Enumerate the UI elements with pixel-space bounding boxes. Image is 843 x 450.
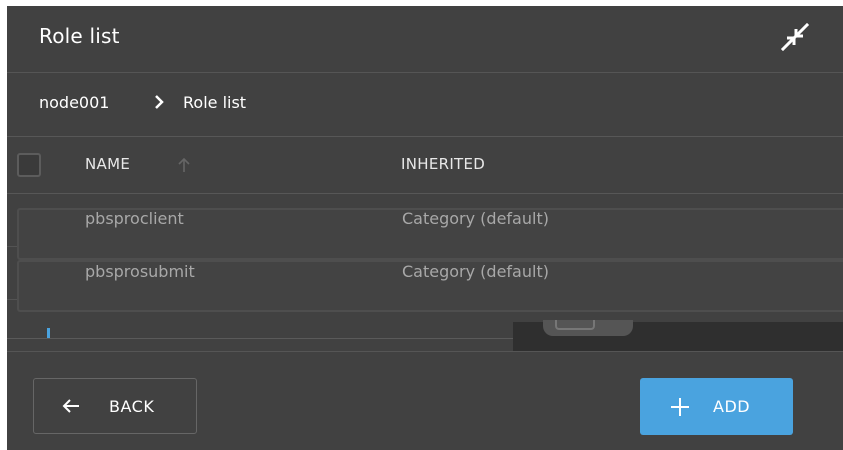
breadcrumb: node001 Role list [7,73,843,137]
back-button-label: BACK [109,397,155,416]
role-name: pbsproclient [85,209,184,228]
collapse-icon[interactable] [781,23,809,51]
breadcrumb-item-node[interactable]: node001 [39,93,109,112]
footer-divider [7,351,843,352]
add-button-label: ADD [713,397,751,416]
table-row[interactable]: pbsproclient Category (default) [7,194,843,260]
role-inherited: Category (default) [402,262,549,281]
select-all-checkbox[interactable] [17,153,41,177]
back-button[interactable]: BACK [33,378,197,434]
column-header-inherited[interactable]: INHERITED [401,155,485,173]
role-list-dialog: Role list node001 Role list NAME INHERIT… [7,6,843,450]
scroll-position-marker [47,328,50,338]
horizontal-scrollbar[interactable] [7,296,843,352]
role-name: pbsprosubmit [85,262,195,281]
chevron-right-icon [155,95,164,109]
scroll-track-dark [513,320,843,352]
plus-icon [671,398,689,416]
sort-arrow-up-icon[interactable] [177,157,191,173]
scroll-handle-grip [555,320,595,330]
arrow-left-icon [62,399,79,413]
table-header: NAME INHERITED [7,137,843,194]
dialog-header: Role list [7,6,843,73]
table-row[interactable]: pbsprosubmit Category (default) [7,247,843,312]
scroll-handle[interactable] [543,320,633,336]
role-inherited: Category (default) [402,209,549,228]
dialog-title: Role list [39,24,120,48]
breadcrumb-item-current: Role list [183,93,247,112]
scroll-track [7,338,513,339]
add-button[interactable]: ADD [640,378,793,435]
column-header-name[interactable]: NAME [85,155,130,173]
